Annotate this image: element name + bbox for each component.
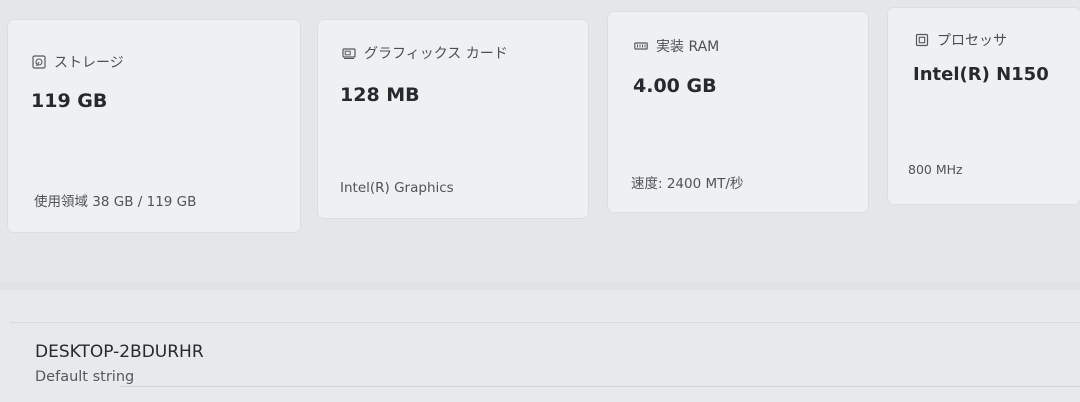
- panel-divider: [10, 322, 1080, 323]
- device-info-panel: DESKTOP-2BDURHR Default string: [0, 290, 1080, 402]
- storage-card[interactable]: ストレージ 119 GB 使用領域 38 GB / 119 GB: [8, 20, 300, 232]
- processor-value: Intel(R) N150: [913, 64, 1049, 85]
- processor-card[interactable]: プロセッサ Intel(R) N150 800 MHz: [888, 8, 1080, 204]
- ram-value: 4.00 GB: [633, 75, 717, 97]
- panel-bottom-divider: [120, 386, 1080, 387]
- storage-card-header: ストレージ: [32, 52, 124, 72]
- processor-card-header: プロセッサ: [915, 30, 1007, 50]
- storage-usage: 使用領域 38 GB / 119 GB: [34, 194, 197, 210]
- ram-label: 実装 RAM: [656, 39, 720, 55]
- ram-card-header: 実装 RAM: [634, 36, 719, 56]
- memory-icon: [634, 39, 648, 53]
- ram-speed: 速度: 2400 MT/秒: [631, 176, 744, 192]
- graphics-card-label: グラフィックス カード: [364, 46, 508, 62]
- storage-icon: [32, 55, 46, 69]
- device-model: Default string: [35, 369, 135, 385]
- processor-speed: 800 MHz: [908, 162, 963, 177]
- graphics-card-value: 128 MB: [340, 84, 420, 106]
- graphics-card-header: グラフィックス カード: [342, 43, 508, 63]
- storage-value: 119 GB: [31, 90, 108, 112]
- storage-label: ストレージ: [54, 55, 124, 71]
- processor-icon: [915, 33, 929, 47]
- device-specs-panel: ストレージ 119 GB 使用領域 38 GB / 119 GB グラフィックス…: [0, 0, 1080, 282]
- processor-label: プロセッサ: [937, 33, 1007, 49]
- graphics-card-model: Intel(R) Graphics: [340, 180, 454, 196]
- ram-card[interactable]: 実装 RAM 4.00 GB 速度: 2400 MT/秒: [608, 12, 868, 212]
- device-name: DESKTOP-2BDURHR: [35, 342, 204, 362]
- graphics-card-card[interactable]: グラフィックス カード 128 MB Intel(R) Graphics: [318, 20, 588, 218]
- graphics-card-icon: [342, 46, 356, 60]
